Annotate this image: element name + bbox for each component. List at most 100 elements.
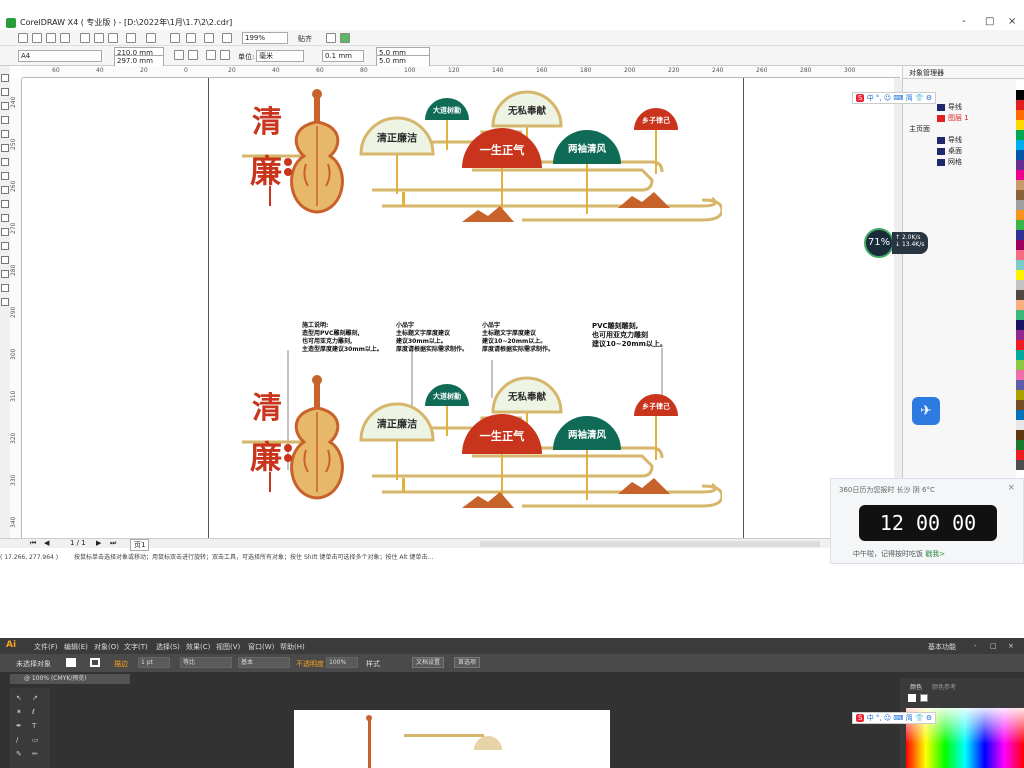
palette-swatch[interactable] [1016, 430, 1024, 440]
copy-icon[interactable] [94, 33, 104, 43]
all-pages-icon[interactable] [206, 50, 216, 60]
fill-swatch[interactable] [66, 658, 76, 667]
brush-definition[interactable]: 基本 [238, 657, 290, 668]
horizontal-scrollbar[interactable] [480, 541, 820, 547]
selection-tool-icon[interactable]: ↖ [16, 694, 24, 702]
print-icon[interactable] [60, 33, 70, 43]
zoom-level-select[interactable]: 199% [242, 32, 288, 44]
lasso-tool-icon[interactable]: ℓ [32, 708, 40, 716]
import-icon[interactable] [170, 33, 180, 43]
palette-swatch[interactable] [1016, 270, 1024, 280]
preferences-button[interactable]: 首选项 [454, 657, 481, 668]
ime-item[interactable]: ☺ [882, 94, 891, 102]
direct-selection-tool-icon[interactable]: ↗ [32, 694, 40, 702]
workspace-switcher[interactable]: 基本功能 [928, 642, 956, 652]
open-file-icon[interactable] [32, 33, 42, 43]
rectangle-tool-icon[interactable] [1, 158, 9, 166]
panel-tab-color[interactable]: 颜色 [910, 682, 922, 691]
table-tool-icon[interactable] [1, 228, 9, 236]
palette-swatch[interactable] [1016, 330, 1024, 340]
palette-swatch[interactable] [1016, 110, 1024, 120]
opacity-field[interactable]: 100% [326, 657, 358, 668]
ime-item[interactable]: 简 [904, 94, 913, 102]
export-icon[interactable] [186, 33, 196, 43]
document-tab[interactable]: @ 100% (CMYK/预览) [10, 674, 130, 684]
panel-stroke-swatch[interactable] [920, 694, 928, 702]
ime-toolbar-bottom[interactable]: S 中 °, ☺ ⌨ 简 👕 ⚙ [852, 712, 937, 724]
fill-tool-icon[interactable] [1, 298, 9, 306]
assistant-bird-icon[interactable]: ✈ [912, 397, 940, 425]
palette-swatch[interactable] [1016, 410, 1024, 420]
menu-edit[interactable]: 编辑(E) [64, 642, 88, 652]
palette-swatch[interactable] [1016, 170, 1024, 180]
object-tree-item[interactable]: 网格 [909, 157, 1019, 168]
object-tree-item[interactable]: 桌面 [909, 146, 1019, 157]
units-select[interactable]: 毫米 [256, 50, 304, 62]
palette-swatch[interactable] [1016, 440, 1024, 450]
snap-label[interactable]: 贴齐 [298, 34, 312, 44]
ime-item[interactable]: °, [874, 714, 882, 722]
palette-swatch[interactable] [1016, 290, 1024, 300]
ime-item[interactable]: 简 [904, 714, 913, 722]
menu-window[interactable]: 窗口(W) [248, 642, 274, 652]
page-last-icon[interactable]: ⏭ [110, 539, 116, 548]
portrait-icon[interactable] [174, 50, 184, 60]
dimension-tool-icon[interactable] [1, 242, 9, 250]
panel-fill-swatch[interactable] [908, 694, 916, 702]
palette-swatch[interactable] [1016, 150, 1024, 160]
ime-item[interactable]: 👕 [913, 94, 924, 102]
pencil-tool-icon[interactable]: ✏ [32, 750, 40, 758]
object-tree-item[interactable]: 主页面 [909, 124, 1019, 135]
palette-swatch[interactable] [1016, 230, 1024, 240]
polygon-tool-icon[interactable] [1, 186, 9, 194]
ime-item[interactable]: ⚙ [924, 714, 932, 722]
palette-swatch[interactable] [1016, 460, 1024, 470]
palette-swatch[interactable] [1016, 350, 1024, 360]
note-small-text-1[interactable]: 小品字 主标题文字厚度建议 建议30mm以上。 厚度请根据实际需求制作。 [396, 322, 468, 354]
ai-maximize-button[interactable]: □ [990, 642, 997, 650]
note-pvc[interactable]: PVC雕刻雕刻, 也可用亚克力雕刻 建议10~20mm以上。 [592, 322, 667, 349]
current-page-icon[interactable] [220, 50, 230, 60]
ime-item[interactable]: ⚙ [924, 94, 932, 102]
vertical-ruler[interactable]: 240 250 260 270 280 290 300 310 320 330 340 [10, 78, 22, 538]
smart-fill-icon[interactable] [1, 144, 9, 152]
palette-swatch[interactable] [1016, 120, 1024, 130]
ime-item[interactable]: ☺ [882, 714, 891, 722]
palette-swatch[interactable] [1016, 340, 1024, 350]
document-setup-button[interactable]: 文档设置 [412, 657, 445, 668]
ime-toolbar-top[interactable]: S 中 °, ☺ ⌨ 简 👕 ⚙ [852, 92, 937, 104]
ime-item[interactable]: 中 [867, 94, 874, 102]
ime-items-2[interactable]: 中 °, ☺ ⌨ 简 👕 ⚙ [867, 714, 933, 722]
zoom-tool-icon[interactable] [1, 116, 9, 124]
app-launcher-icon[interactable] [222, 33, 232, 43]
palette-swatch[interactable] [1016, 360, 1024, 370]
network-speed-widget[interactable]: 71% ↑ 2.0K/s ↓ 13.4K/s [862, 228, 928, 258]
menu-effect[interactable]: 效果(C) [186, 642, 210, 652]
cut-icon[interactable] [80, 33, 90, 43]
palette-swatch[interactable] [1016, 130, 1024, 140]
palette-swatch[interactable] [1016, 250, 1024, 260]
eyedropper-icon[interactable] [1, 270, 9, 278]
magic-wand-icon[interactable]: ✶ [16, 708, 24, 716]
ellipse-tool-icon[interactable] [1, 172, 9, 180]
type-tool-icon[interactable]: T [32, 722, 40, 730]
vertical-scrollbar[interactable] [894, 78, 902, 538]
page-next-icon[interactable]: ▶ [96, 539, 101, 547]
ai-close-button[interactable]: × [1008, 642, 1014, 650]
options-icon[interactable] [326, 33, 336, 43]
palette-swatch[interactable] [1016, 420, 1024, 430]
ime-item[interactable]: 中 [867, 714, 874, 722]
palette-swatch[interactable] [1016, 260, 1024, 270]
ai-minimize-button[interactable]: - [974, 642, 977, 650]
palette-swatch[interactable] [1016, 450, 1024, 460]
palette-swatch[interactable] [1016, 400, 1024, 410]
page-size-select[interactable]: A4 [18, 50, 102, 62]
pen-tool-icon[interactable]: ✒ [16, 722, 24, 730]
redo-icon[interactable] [146, 33, 156, 43]
palette-swatch[interactable] [1016, 320, 1024, 330]
palette-swatch[interactable] [1016, 190, 1024, 200]
color-palette[interactable] [1016, 80, 1024, 540]
undo-icon[interactable] [126, 33, 136, 43]
drawing-canvas[interactable]: 清廉大道树勤 无私奉献 清正廉洁 一生正气 两袖清风 乡子律己 施工说明: 造型用PVC雕… [22, 78, 894, 538]
maximize-button[interactable]: □ [985, 16, 994, 27]
